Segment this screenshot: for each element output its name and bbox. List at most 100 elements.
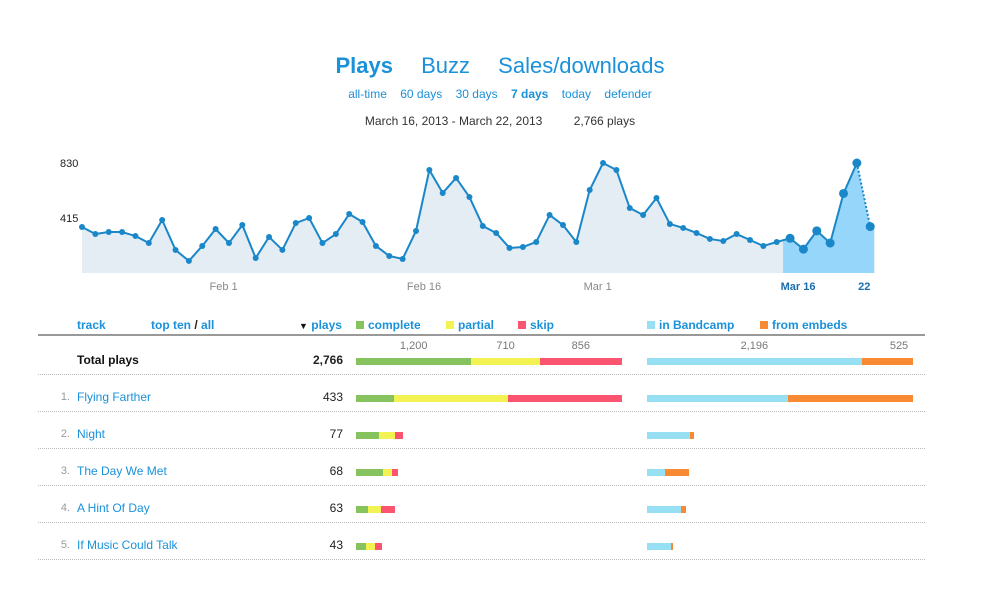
chart-point bbox=[105, 229, 112, 236]
table-row: 4. A Hint Of Day 63 bbox=[38, 486, 925, 523]
chart-point bbox=[519, 244, 526, 251]
chart-point bbox=[359, 218, 366, 225]
total-plays-value: 2,766 bbox=[312, 353, 343, 367]
legend-skip-label: skip bbox=[530, 318, 555, 332]
range-defender[interactable]: defender bbox=[604, 87, 651, 101]
track-link[interactable]: If Music Could Talk bbox=[77, 538, 177, 552]
range-30-days[interactable]: 30 days bbox=[456, 87, 498, 101]
column-plays-label: plays bbox=[311, 318, 342, 332]
track-source-bar bbox=[647, 543, 674, 550]
chart-point bbox=[413, 227, 419, 234]
chart-point bbox=[493, 229, 500, 236]
chart-point bbox=[785, 233, 795, 243]
track-source-bar bbox=[647, 469, 689, 476]
complete-segment bbox=[356, 506, 369, 513]
range-selector: all-time 60 days 30 days 7 days today de… bbox=[0, 87, 1000, 101]
total-label: Total plays bbox=[77, 353, 139, 367]
embeds-segment bbox=[788, 395, 913, 402]
chart-point bbox=[306, 215, 313, 221]
partial-segment bbox=[378, 432, 396, 439]
skip-segment bbox=[375, 543, 383, 550]
tab-sales-downloads[interactable]: Sales/downloads bbox=[498, 53, 664, 78]
chart-point bbox=[145, 240, 152, 247]
chart-point bbox=[559, 222, 566, 229]
chart-point bbox=[292, 220, 299, 227]
chart-point bbox=[533, 238, 540, 245]
partial-segment bbox=[383, 469, 392, 476]
skip-segment bbox=[391, 469, 398, 476]
complete-segment bbox=[356, 358, 472, 365]
chart-point bbox=[225, 240, 232, 247]
column-plays[interactable]: ▼ plays bbox=[299, 318, 342, 332]
track-rank: 4. bbox=[60, 502, 70, 514]
chart-point bbox=[839, 188, 849, 198]
embeds-segment bbox=[690, 432, 695, 439]
track-plays: 433 bbox=[322, 390, 343, 404]
summary-line: March 16, 2013 - March 22, 2013 2,766 pl… bbox=[0, 114, 1000, 128]
range-7-days[interactable]: 7 days bbox=[511, 87, 548, 101]
total-row: Total plays 2,766 1,200 710 856 2,196 52… bbox=[38, 336, 925, 375]
complete-segment bbox=[356, 469, 384, 476]
skip-segment bbox=[395, 432, 404, 439]
chart-point bbox=[399, 255, 406, 262]
bandcamp-segment bbox=[647, 506, 682, 513]
table-header: track top ten / all ▼ plays complete par… bbox=[38, 315, 925, 336]
x-tick-label: Mar 16 bbox=[781, 281, 816, 293]
filter-separator: / bbox=[194, 318, 198, 332]
chart-point bbox=[372, 242, 379, 249]
complete-segment bbox=[356, 395, 395, 402]
skip-swatch-icon bbox=[518, 321, 526, 329]
table-row: 2. Night 77 bbox=[38, 412, 925, 449]
chart-point bbox=[159, 216, 166, 223]
track-link[interactable]: The Day We Met bbox=[77, 464, 167, 478]
legend-embeds[interactable]: from embeds bbox=[760, 318, 847, 332]
legend-bandcamp[interactable]: in Bandcamp bbox=[647, 318, 734, 332]
chart-point bbox=[266, 233, 273, 240]
chart-point bbox=[812, 226, 822, 236]
chart-point bbox=[132, 233, 139, 240]
track-plays: 63 bbox=[329, 501, 343, 515]
range-all-time[interactable]: all-time bbox=[348, 87, 387, 101]
tab-buzz[interactable]: Buzz bbox=[421, 53, 470, 78]
range-today[interactable]: today bbox=[562, 87, 591, 101]
column-track[interactable]: track bbox=[77, 318, 106, 332]
track-plays: 43 bbox=[329, 538, 343, 552]
track-source-bar bbox=[647, 395, 913, 402]
chart-point bbox=[119, 229, 126, 236]
track-link[interactable]: A Hint Of Day bbox=[77, 501, 150, 515]
partial-segment bbox=[368, 506, 381, 513]
filter-top-ten[interactable]: top ten bbox=[151, 318, 191, 332]
track-link[interactable]: Night bbox=[77, 427, 105, 441]
embeds-segment bbox=[665, 469, 689, 476]
x-axis-labels: Feb 1 Feb 16 Mar 1 Mar 16 22 bbox=[210, 281, 871, 293]
legend-skip[interactable]: skip bbox=[518, 318, 554, 332]
filter-all[interactable]: all bbox=[201, 318, 214, 332]
legend-complete[interactable]: complete bbox=[356, 318, 421, 332]
chart-point bbox=[825, 238, 835, 248]
filter-top-ten-all: top ten / all bbox=[151, 318, 214, 332]
chart-point bbox=[479, 222, 486, 229]
total-source-bar bbox=[647, 358, 913, 365]
sort-desc-icon: ▼ bbox=[299, 321, 308, 331]
tab-plays[interactable]: Plays bbox=[335, 53, 393, 78]
partial-swatch-icon bbox=[446, 321, 454, 329]
chart-point bbox=[386, 253, 393, 260]
range-60-days[interactable]: 60 days bbox=[400, 87, 442, 101]
table-row: 1. Flying Farther 433 bbox=[38, 375, 925, 412]
legend-partial[interactable]: partial bbox=[446, 318, 494, 332]
chart-point bbox=[172, 246, 179, 253]
track-completion-bar bbox=[356, 543, 383, 550]
track-link[interactable]: Flying Farther bbox=[77, 390, 151, 404]
chart-point bbox=[453, 174, 460, 181]
chart-point bbox=[79, 224, 85, 231]
chart-point bbox=[346, 211, 353, 218]
y-tick-label: 415 bbox=[60, 213, 78, 225]
complete-segment bbox=[356, 432, 379, 439]
chart-point bbox=[185, 257, 192, 264]
plays-chart[interactable]: 830 415 Feb 1 Feb 16 Mar 1 Mar 16 22 bbox=[0, 140, 1000, 300]
complete-segment bbox=[356, 543, 367, 550]
skip-segment bbox=[380, 506, 395, 513]
chart-point bbox=[573, 238, 580, 245]
skip-segment bbox=[508, 395, 622, 402]
x-tick-label: Mar 1 bbox=[584, 281, 612, 293]
